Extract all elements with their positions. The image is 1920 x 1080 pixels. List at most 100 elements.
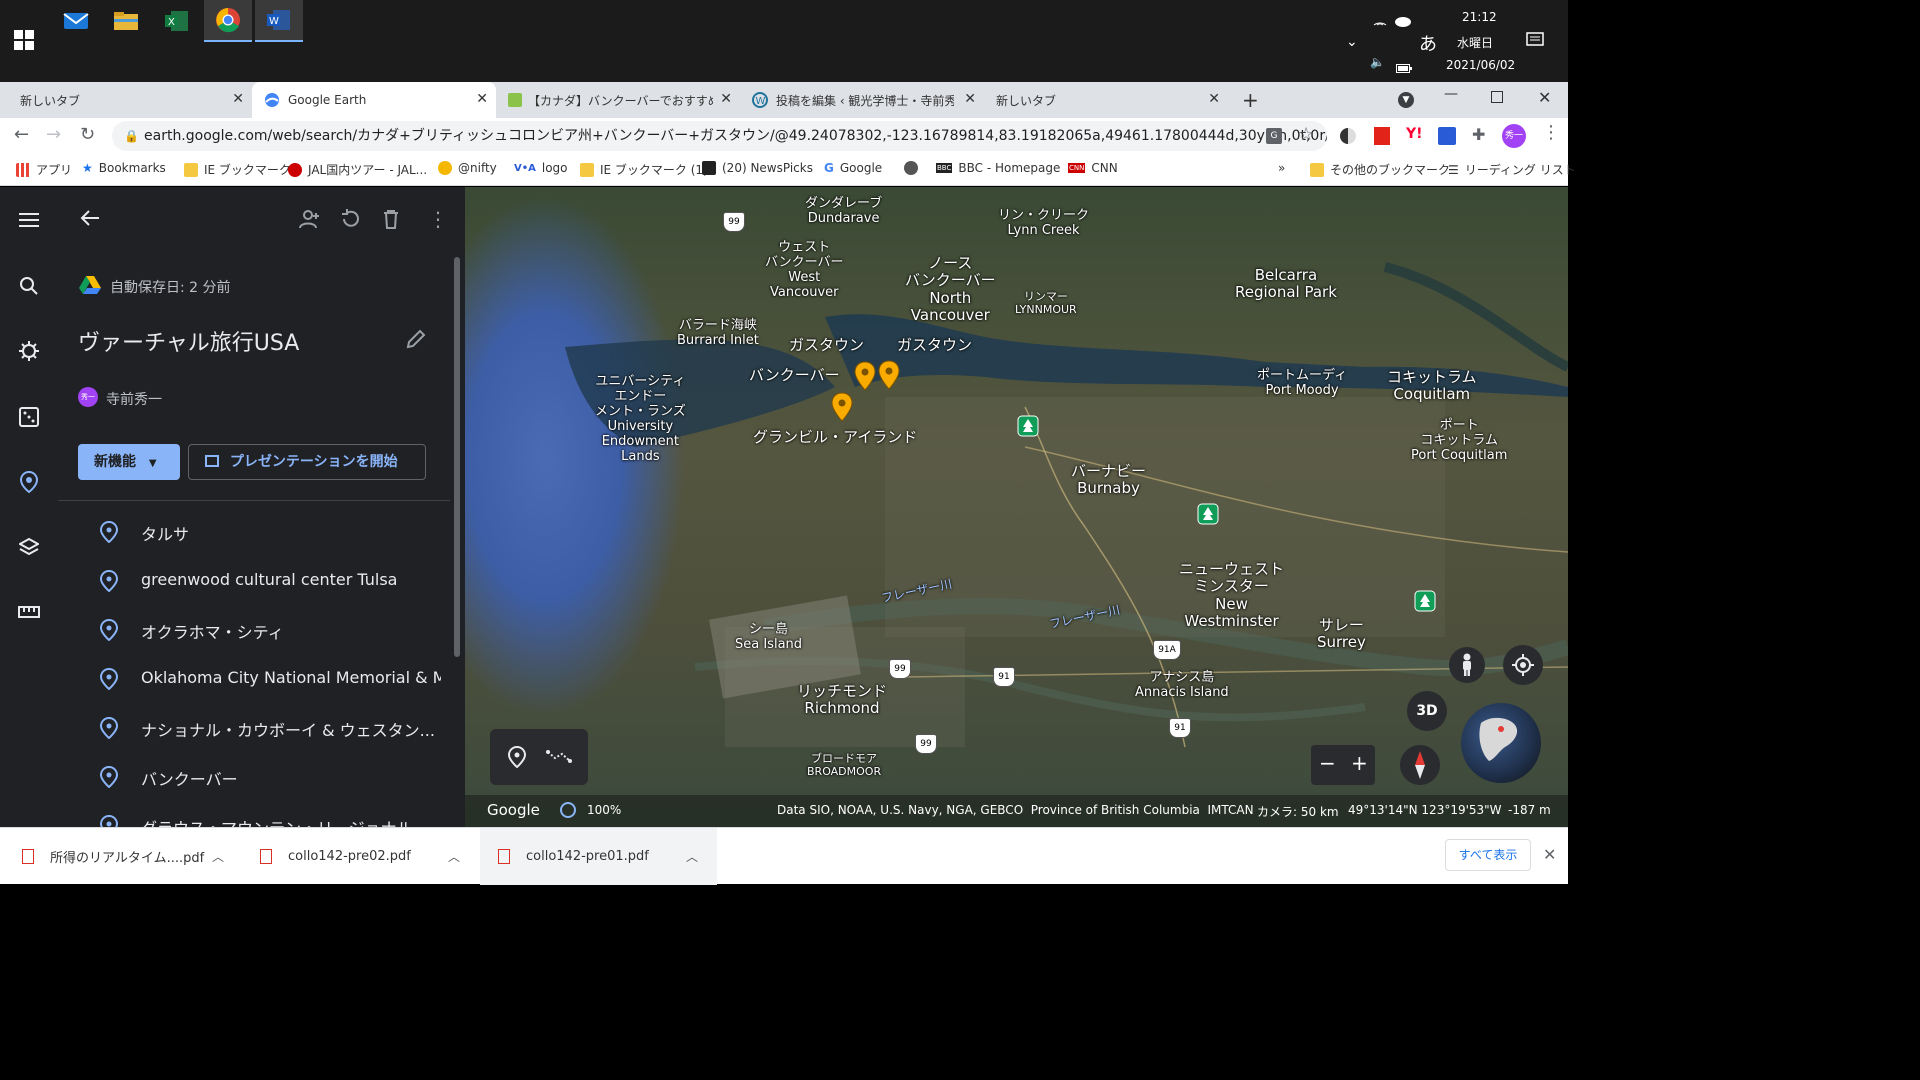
- forward-button[interactable]: →: [46, 124, 61, 145]
- map-place-label[interactable]: グランビル・アイランド: [753, 428, 917, 446]
- projects-icon[interactable]: [14, 467, 44, 497]
- place-list-item[interactable]: greenwood cultural center Tulsa: [58, 558, 450, 604]
- placemark-pin[interactable]: [854, 361, 876, 391]
- map-place-label[interactable]: ポートムーディ Port Moody: [1257, 368, 1347, 399]
- tab-search-icon[interactable]: ▼: [1398, 92, 1414, 108]
- tab-google-earth[interactable]: Google Earth ✕: [252, 82, 496, 118]
- feeling-lucky-icon[interactable]: [14, 402, 44, 432]
- new-feature-button[interactable]: 新機能 ▼: [78, 444, 180, 480]
- map-place-label[interactable]: ガスタウン: [789, 336, 864, 354]
- bookmark-bbc[interactable]: BBC BBC - Homepage: [936, 161, 1060, 175]
- more-options-icon[interactable]: ⋮: [428, 207, 448, 231]
- bookmark-ie-folder[interactable]: IE ブックマーク: [184, 161, 291, 178]
- bookmark-newspicks[interactable]: (20) NewsPicks: [702, 161, 813, 175]
- excel-icon[interactable]: X: [153, 0, 201, 42]
- map-place-label[interactable]: リン・クリーク Lynn Creek: [998, 208, 1089, 239]
- close-icon[interactable]: ✕: [720, 91, 732, 107]
- chevron-up-icon[interactable]: ⌄: [1346, 34, 1358, 50]
- file-explorer-icon[interactable]: [102, 0, 150, 42]
- new-tab-button[interactable]: +: [1242, 88, 1259, 112]
- bookmark-jal[interactable]: JAL国内ツアー - JAL...: [288, 161, 427, 178]
- chrome-icon[interactable]: [204, 0, 252, 42]
- chevron-up-icon[interactable]: ︿: [686, 848, 698, 865]
- mail-icon[interactable]: [52, 0, 100, 42]
- download-item[interactable]: 所得のリアルタイム....pdf ︿: [0, 828, 240, 885]
- place-list-item[interactable]: オクラホマ・シティ: [58, 607, 450, 653]
- compass-button[interactable]: [1400, 745, 1440, 785]
- wifi-icon[interactable]: [1372, 12, 1388, 31]
- download-item[interactable]: collo142-pre01.pdf ︿: [480, 828, 717, 885]
- close-icon[interactable]: ✕: [232, 91, 244, 107]
- zoom-out-button[interactable]: −: [1319, 751, 1336, 775]
- profile-avatar[interactable]: 秀一: [1502, 124, 1526, 148]
- map-place-label[interactable]: ユニバーシティ エンドー メント・ランズ University Endowmen…: [595, 374, 686, 465]
- earth-map-view[interactable]: ダンダレーブ Dundarave リン・クリーク Lynn Creek ウェスト バ…: [465, 187, 1568, 827]
- toggle-3d-button[interactable]: 3D: [1407, 691, 1447, 731]
- chrome-menu-icon[interactable]: ⋮: [1542, 122, 1560, 143]
- map-place-label[interactable]: バンクーバー: [749, 366, 840, 384]
- mini-globe[interactable]: [1461, 703, 1541, 783]
- bookmark-google[interactable]: G Google: [824, 161, 882, 175]
- map-style-icon[interactable]: [14, 532, 44, 562]
- bookmark-ie-folder-1[interactable]: IE ブックマーク (1): [580, 161, 708, 178]
- bookmarks-overflow-button[interactable]: »: [1278, 161, 1285, 175]
- bookmark-bookmarks[interactable]: ★ Bookmarks: [82, 161, 166, 175]
- clock-weekday[interactable]: 水曜日: [1457, 34, 1493, 51]
- map-place-label[interactable]: コキットラム Coquitlam: [1387, 368, 1477, 404]
- tab-canada-article[interactable]: 【カナダ】バンクーバーでおすすめ観光ス ✕: [496, 82, 740, 118]
- measure-icon[interactable]: [14, 597, 44, 627]
- data-credits[interactable]: Data SIO, NOAA, U.S. Navy, NGA, GEBCO Pr…: [777, 803, 1254, 817]
- voyager-icon[interactable]: [14, 336, 44, 366]
- map-place-label[interactable]: アナシス島 Annacis Island: [1135, 670, 1229, 701]
- reload-button[interactable]: ↻: [80, 124, 95, 145]
- maximize-button[interactable]: [1491, 91, 1503, 103]
- map-place-label[interactable]: リンマー LYNNMOUR: [1015, 290, 1077, 316]
- map-place-label[interactable]: ノース バンクーバー North Vancouver: [905, 254, 996, 324]
- download-item[interactable]: collo142-pre02.pdf ︿: [242, 828, 478, 885]
- volume-icon[interactable]: 🔈: [1370, 55, 1385, 69]
- placemark-pin[interactable]: [831, 392, 853, 422]
- delete-icon[interactable]: [382, 209, 400, 233]
- map-place-label[interactable]: リッチモンド Richmond: [797, 682, 887, 718]
- park-marker-icon[interactable]: [1414, 590, 1436, 616]
- place-list-item[interactable]: バンクーバー: [58, 754, 450, 800]
- back-arrow-icon[interactable]: [80, 209, 100, 231]
- chevron-up-icon[interactable]: ︿: [212, 848, 224, 865]
- map-place-label[interactable]: サレー Surrey: [1317, 616, 1366, 652]
- park-marker-icon[interactable]: [1197, 503, 1219, 529]
- notification-icon[interactable]: [1526, 32, 1544, 52]
- translate-extension-icon[interactable]: [1438, 127, 1456, 145]
- url-field[interactable]: 🔒 earth.google.com/web/search/カナダ+ブリティッシ…: [112, 121, 1327, 151]
- back-button[interactable]: ←: [14, 124, 29, 145]
- close-icon[interactable]: ✕: [964, 91, 976, 107]
- place-list-item[interactable]: タルサ: [58, 509, 450, 555]
- close-window-button[interactable]: ✕: [1538, 88, 1551, 107]
- bookmark-apps[interactable]: アプリ: [16, 161, 72, 178]
- undo-icon[interactable]: [340, 209, 360, 233]
- map-place-label[interactable]: ウェスト バンクーバー West Vancouver: [765, 240, 844, 301]
- tab-new-1[interactable]: 新しいタブ ✕: [0, 82, 252, 118]
- close-downloads-icon[interactable]: ✕: [1543, 845, 1556, 864]
- chevron-up-icon[interactable]: ︿: [448, 848, 460, 865]
- close-icon[interactable]: ✕: [1208, 91, 1220, 107]
- dark-mode-extension-icon[interactable]: [1340, 128, 1356, 144]
- tab-wordpress-edit[interactable]: W 投稿を編集 ‹ 観光学博士・寺前秀一 ✕: [740, 82, 984, 118]
- search-icon[interactable]: [14, 271, 44, 301]
- map-place-label[interactable]: バーナビー Burnaby: [1071, 462, 1146, 498]
- place-list-item[interactable]: ナショナル・カウボーイ & ウェスタン...: [58, 705, 450, 751]
- menu-icon[interactable]: [14, 205, 44, 235]
- reading-list-button[interactable]: ☰ リーディング リスト: [1448, 161, 1576, 178]
- bookmark-logo[interactable]: V•A logo: [514, 161, 568, 175]
- my-location-button[interactable]: [1503, 645, 1543, 685]
- word-icon[interactable]: W: [255, 0, 303, 42]
- place-list-item[interactable]: グラウス・マウンテン・リージョナル: [58, 803, 450, 827]
- yahoo-extension-icon[interactable]: Y!: [1406, 126, 1423, 142]
- park-marker-icon[interactable]: [1017, 415, 1039, 441]
- clock-time[interactable]: 21:12: [1462, 10, 1497, 24]
- battery-icon[interactable]: [1396, 58, 1412, 77]
- map-place-label[interactable]: ガスタウン: [897, 336, 972, 354]
- ime-indicator[interactable]: あ: [1419, 30, 1437, 56]
- extensions-icon[interactable]: ✚: [1472, 125, 1485, 144]
- bookmark-other[interactable]: その他のブックマーク: [1310, 161, 1450, 178]
- map-place-label[interactable]: シー島 Sea Island: [735, 622, 802, 653]
